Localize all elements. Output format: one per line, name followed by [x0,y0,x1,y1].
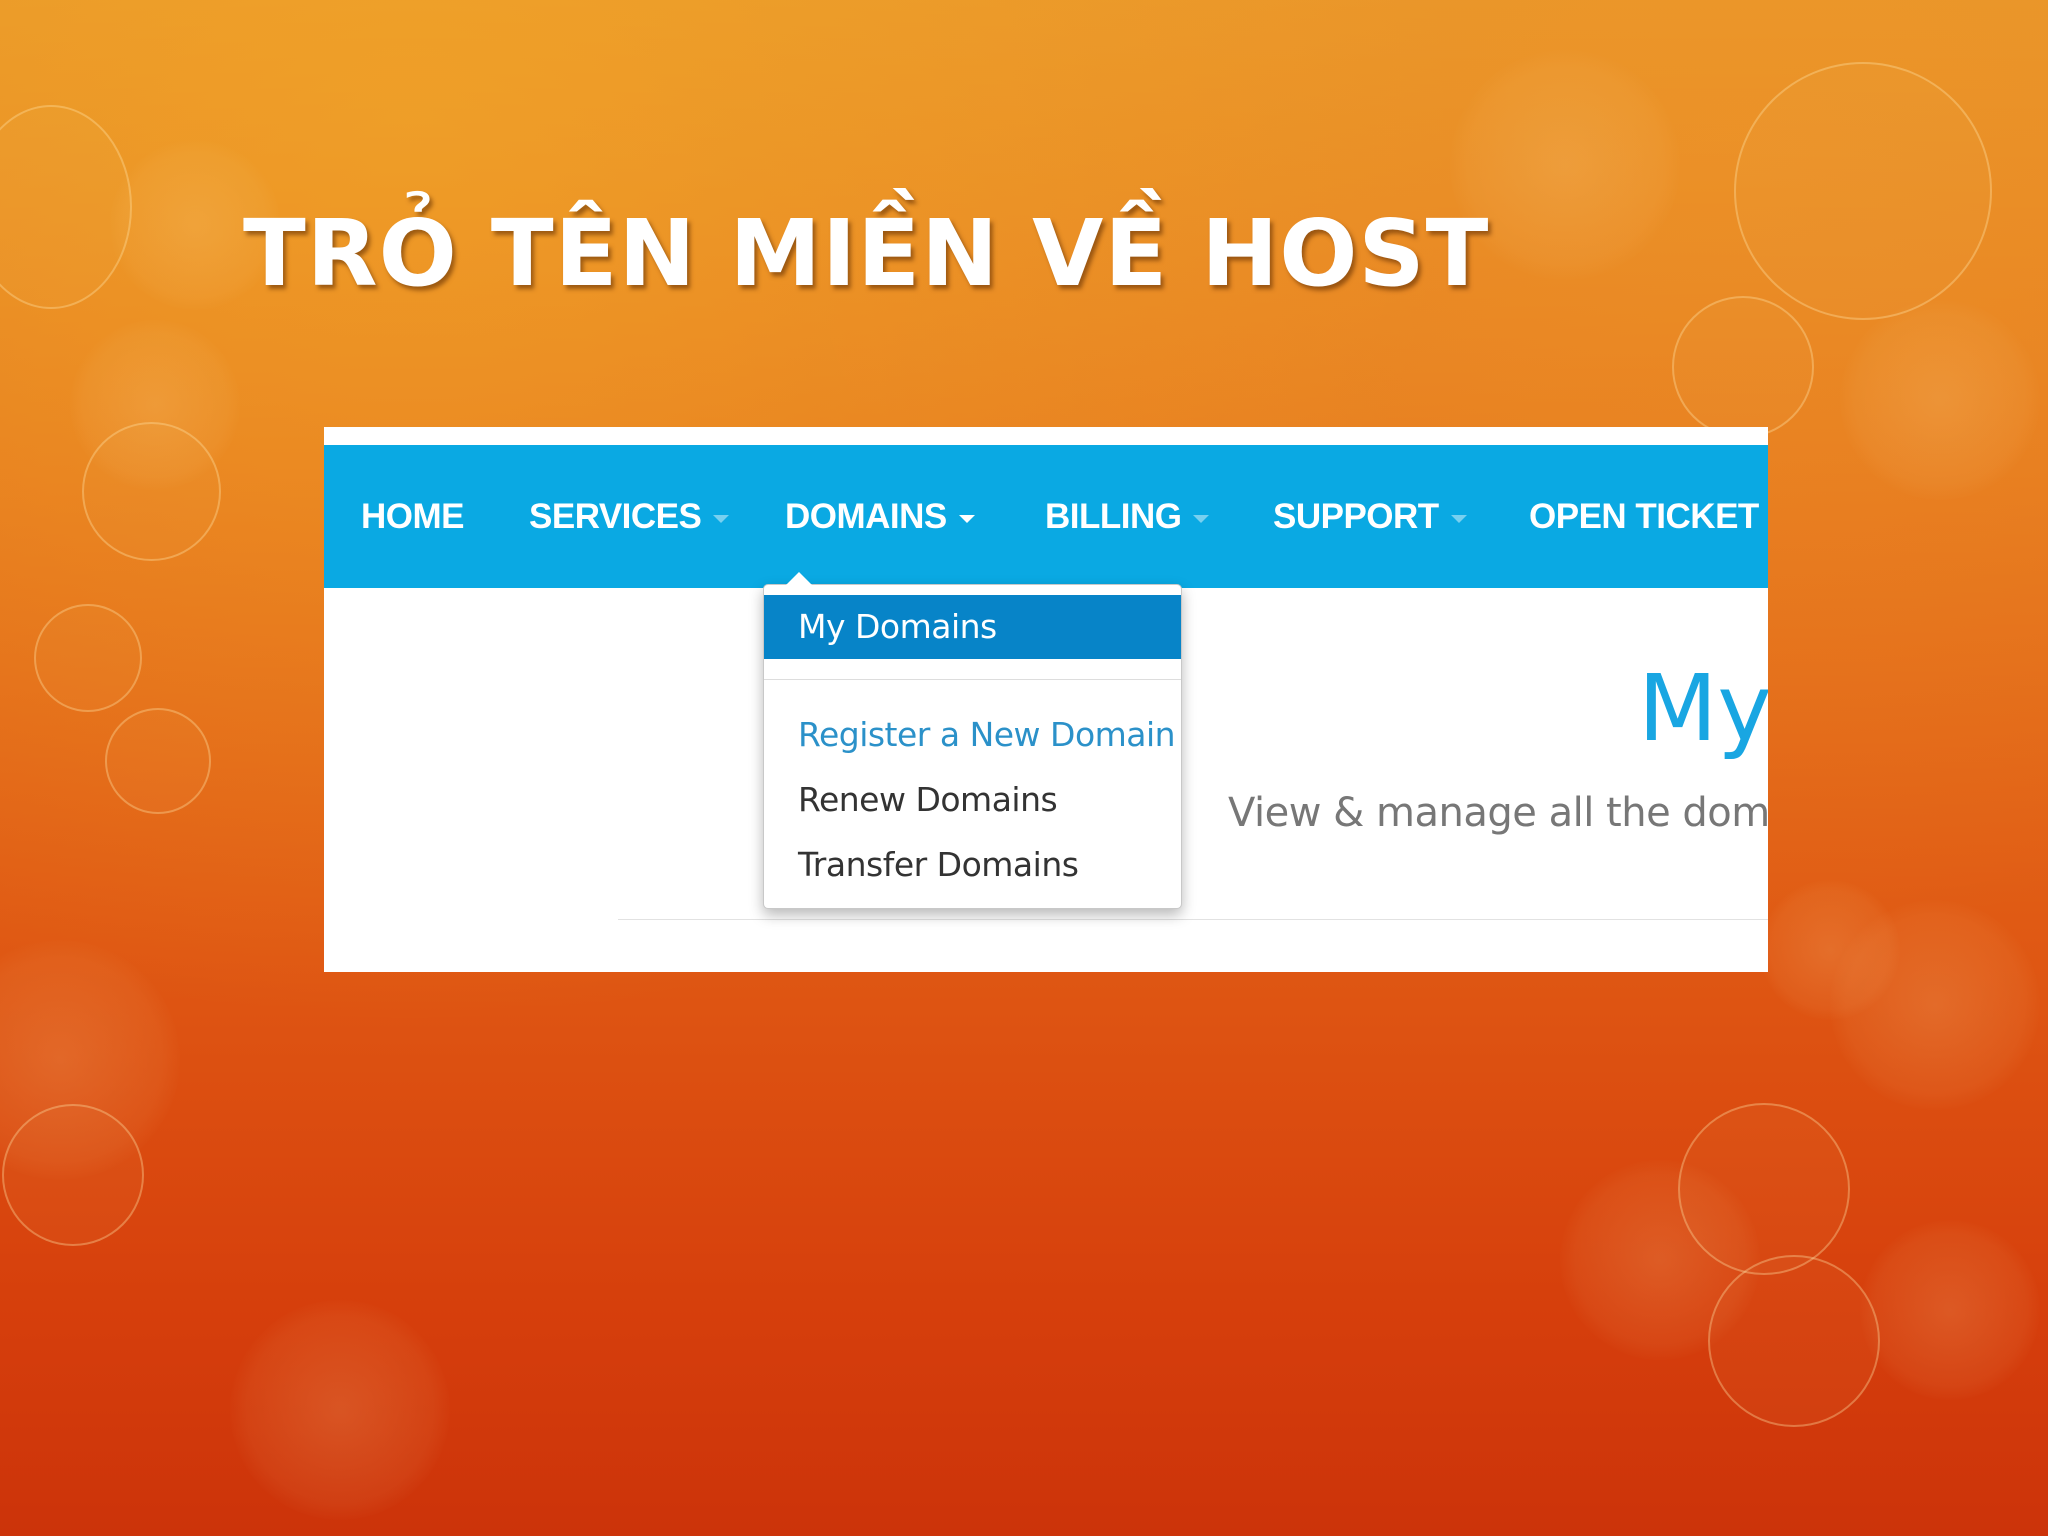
dropdown-pointer [786,572,812,585]
menu-item-transfer-domains[interactable]: Transfer Domains [764,835,1181,895]
bokeh-glow [70,320,240,490]
nav-item-open-ticket[interactable]: OPEN TICKET [1529,445,1759,588]
nav-item-label: SERVICES [529,497,702,536]
nav-item-label: BILLING [1045,497,1182,536]
bokeh-circle [2,1104,144,1246]
menu-divider [764,679,1181,680]
divider [618,919,1768,920]
menu-item-my-domains[interactable]: My Domains [764,595,1181,659]
nav-item-home[interactable]: HOME [361,445,465,588]
bokeh-circle [1734,62,1992,320]
bokeh-glow [1860,1220,2040,1400]
website-screenshot: HOME SERVICES DOMAINS BILLING SUPPORT OP… [324,427,1768,972]
nav-item-billing[interactable]: BILLING [1045,445,1210,588]
main-navbar: HOME SERVICES DOMAINS BILLING SUPPORT OP… [324,445,1768,588]
nav-item-services[interactable]: SERVICES [529,445,730,588]
menu-item-renew-domains[interactable]: Renew Domains [764,770,1181,830]
nav-item-label: DOMAINS [785,497,947,536]
nav-item-label: OPEN TICKET [1529,497,1759,536]
bokeh-glow [1560,1160,1760,1360]
bokeh-glow [1830,900,2040,1110]
nav-item-label: SUPPORT [1273,497,1439,536]
menu-item-register-domain[interactable]: Register a New Domain [764,705,1181,765]
nav-item-label: HOME [361,497,465,536]
bokeh-circle [34,604,142,712]
bokeh-circle [0,105,132,309]
caret-down-icon [1193,514,1210,523]
bokeh-glow [0,940,180,1180]
slide-title: TRỎ TÊN MIỀN VỀ HOST [243,200,1490,307]
nav-item-support[interactable]: SUPPORT [1273,445,1467,588]
bokeh-circle [105,708,211,814]
caret-down-icon [958,514,975,523]
nav-item-domains[interactable]: DOMAINS [785,445,975,588]
bokeh-glow [230,1300,450,1520]
bokeh-circle [1678,1103,1850,1275]
bokeh-glow [1760,880,1900,1020]
bokeh-circle [1672,296,1814,438]
bokeh-circle [1708,1255,1880,1427]
caret-down-icon [1450,514,1467,523]
caret-down-icon [713,514,730,523]
bokeh-circle [82,422,221,561]
page-subheading: View & manage all the domain [1228,790,1768,836]
bokeh-glow [1840,300,2040,500]
page-heading: My [1638,655,1768,762]
domains-dropdown-menu: My Domains Register a New Domain Renew D… [763,572,1182,909]
